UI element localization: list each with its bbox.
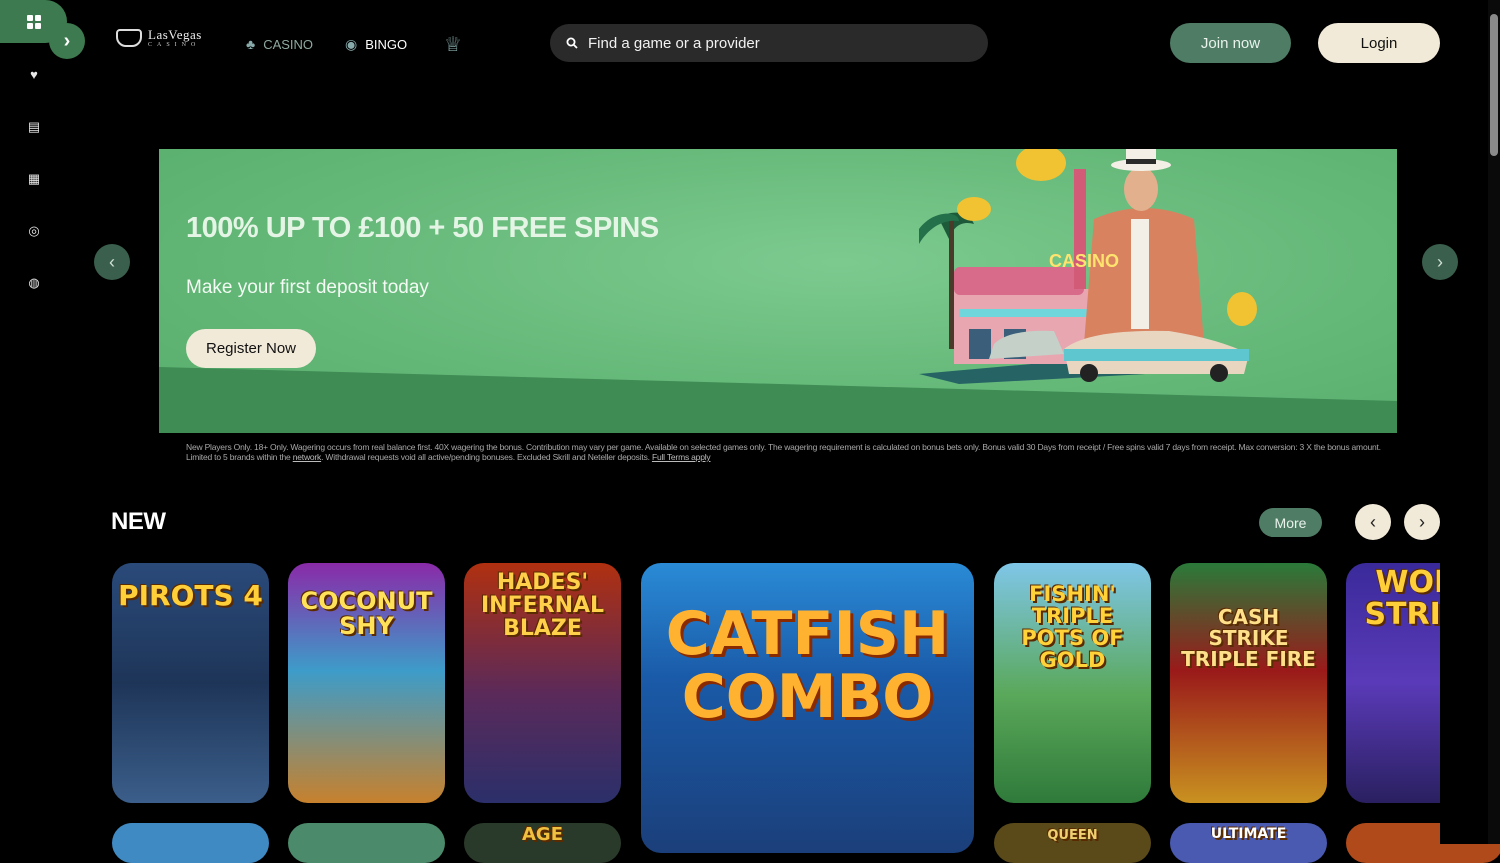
bingo-ball-icon: ◉ xyxy=(345,36,358,52)
game-tile-catfish-combo[interactable]: CATFISH COMBO xyxy=(641,563,974,853)
game-tile-fishin-triple[interactable]: FISHIN' TRIPLE POTS OF GOLD xyxy=(994,563,1151,803)
logo-line1: LasVegas xyxy=(148,27,202,42)
search-input[interactable] xyxy=(588,34,968,52)
gift-icon[interactable]: ▦ xyxy=(26,171,42,187)
banner-next-button[interactable]: › xyxy=(1422,244,1458,280)
game-tile-row2-1[interactable] xyxy=(112,823,269,863)
game-tile-cash-strike-triple-fire[interactable]: CASH STRIKE TRIPLE FIRE xyxy=(1170,563,1327,803)
game-title: CASH STRIKE TRIPLE FIRE xyxy=(1181,605,1316,671)
carousel-clip xyxy=(1440,560,1488,844)
club-icon: ♣ xyxy=(246,36,256,52)
nav-tournaments[interactable]: ♕ xyxy=(444,32,462,57)
game-tile-hades-infernal-blaze[interactable]: HADES' INFERNAL BLAZE xyxy=(464,563,621,803)
banner-subtitle: Make your first deposit today xyxy=(186,277,429,298)
game-tile-pirots-4[interactable]: PIROTS 4 xyxy=(112,563,269,803)
join-now-button[interactable]: Join now xyxy=(1170,23,1291,63)
game-title: QUEEN xyxy=(1047,828,1098,843)
register-now-button[interactable]: Register Now xyxy=(186,329,316,368)
games-prev-button[interactable]: ‹ xyxy=(1355,504,1391,540)
nav-casino[interactable]: ♣ CASINO xyxy=(246,36,313,52)
sidebar: ♥ ▤ ▦ ◎ ◍ xyxy=(0,0,68,844)
game-title: FISHIN' TRIPLE POTS OF GOLD xyxy=(1021,582,1124,673)
nav-bingo[interactable]: ◉ BINGO xyxy=(345,36,407,53)
login-button[interactable]: Login xyxy=(1318,23,1440,63)
game-tile-row2-4[interactable]: QUEEN xyxy=(994,823,1151,863)
game-tile-coconut-shy[interactable]: COCONUT SHY xyxy=(288,563,445,803)
grid-icon xyxy=(26,14,41,29)
game-title: AGE xyxy=(521,824,563,845)
terms-tail: . Withdrawal requests void all active/pe… xyxy=(321,452,650,462)
lifebuoy-icon[interactable]: ◎ xyxy=(26,223,42,239)
sidebar-expand-button[interactable]: › xyxy=(49,23,85,59)
scrollbar-thumb-overlay[interactable] xyxy=(1490,14,1498,156)
chevron-right-icon: › xyxy=(1419,511,1425,532)
chevron-left-icon: ‹ xyxy=(109,251,115,272)
logo-line2: CASINO xyxy=(148,42,201,48)
promo-banner[interactable]: CASINO 100% UP TO £100 + 50 FREE SPINS M… xyxy=(159,149,1397,433)
section-title-new: NEW xyxy=(111,508,166,535)
chevron-left-icon: ‹ xyxy=(1370,511,1376,532)
terms-network-link[interactable]: network xyxy=(293,452,322,462)
chevron-right-icon: › xyxy=(63,29,71,52)
chevron-right-icon: › xyxy=(1437,251,1443,272)
nav-casino-label: CASINO xyxy=(263,36,314,52)
hat-icon xyxy=(116,29,142,47)
game-title: CATFISH COMBO xyxy=(665,599,950,732)
casino-sign-text: CASINO xyxy=(1049,251,1119,271)
banner-title: 100% UP TO £100 + 50 FREE SPINS xyxy=(186,212,659,244)
more-button[interactable]: More xyxy=(1259,508,1322,537)
banner-prev-button[interactable]: ‹ xyxy=(94,244,130,280)
game-title: ULTIMATE xyxy=(1210,826,1287,842)
search-bar[interactable] xyxy=(550,24,988,62)
game-title: COCONUT SHY xyxy=(300,587,433,641)
chat-icon[interactable]: ◍ xyxy=(26,275,42,291)
game-tile-row2-2[interactable] xyxy=(288,823,445,863)
trophy-icon: ♕ xyxy=(444,34,462,56)
full-terms-link[interactable]: Full Terms apply xyxy=(652,452,711,462)
heart-icon[interactable]: ♥ xyxy=(26,67,42,83)
game-tile-row2-3[interactable]: AGE xyxy=(464,823,621,863)
games-next-button[interactable]: › xyxy=(1404,504,1440,540)
terms-text: New Players Only. 18+ Only. Wagering occ… xyxy=(186,442,1396,462)
slot-machine-icon[interactable]: ▤ xyxy=(26,119,42,135)
page-scrollbar-overlay[interactable] xyxy=(1488,0,1500,844)
game-title: HADES' INFERNAL BLAZE xyxy=(480,570,605,642)
game-tile-row2-5[interactable]: ULTIMATE xyxy=(1170,823,1327,863)
site-logo[interactable]: LasVegas CASINO xyxy=(116,28,202,48)
search-icon xyxy=(566,37,578,49)
game-title: PIROTS 4 xyxy=(118,579,263,612)
nav-bingo-label: BINGO xyxy=(365,37,408,52)
